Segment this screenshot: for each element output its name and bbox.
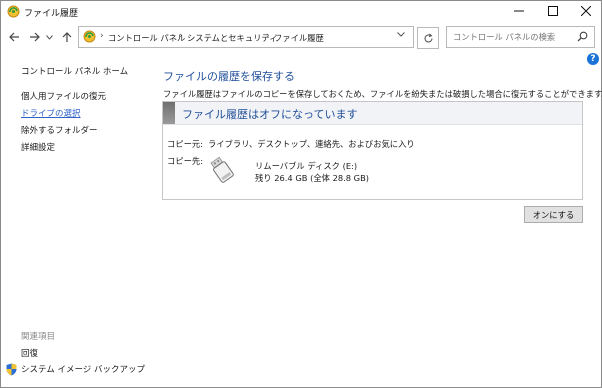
related-heading: 関連項目 (21, 332, 56, 342)
help-button[interactable]: ? (587, 53, 599, 65)
address-dropdown-button[interactable] (397, 30, 405, 40)
related-link-system-image-backup[interactable]: システム イメージ バックアップ (21, 363, 145, 375)
minimize-icon (514, 10, 524, 12)
navigation-bar: › コントロール パネル › システムとセキュリティ › ファイル履歴 (1, 25, 601, 49)
maximize-icon (548, 6, 558, 16)
file-history-icon (83, 30, 96, 43)
turn-on-button[interactable]: オンにする (524, 206, 583, 223)
page-title: ファイルの履歴を保存する (163, 70, 295, 83)
breadcrumb-file-history[interactable]: ファイル履歴 (274, 32, 324, 44)
maximize-button[interactable] (537, 1, 569, 21)
shield-icon (6, 363, 17, 376)
file-history-icon (7, 5, 20, 18)
chevron-down-icon (45, 34, 53, 40)
title-bar: ファイル履歴 (1, 1, 601, 23)
window-title: ファイル履歴 (24, 9, 79, 19)
drive-name: リムーバブル ディスク (E:) (255, 161, 358, 171)
breadcrumb-separator-icon: › (179, 31, 183, 41)
copy-from-label: コピー元: (167, 139, 203, 149)
status-panel: ファイル履歴はオフになっています (162, 101, 583, 200)
status-indicator-bar (163, 102, 175, 124)
usb-drive-icon (210, 156, 234, 183)
back-arrow-icon (8, 32, 19, 42)
sidebar-item-restore-files[interactable]: 個人用ファイルの復元 (21, 90, 106, 102)
forward-button[interactable] (26, 28, 42, 46)
sidebar-item-select-drive[interactable]: ドライブの選択 (21, 107, 81, 119)
sidebar-item-exclude-folders[interactable]: 除外するフォルダー (21, 124, 98, 136)
breadcrumb-system-security[interactable]: システムとセキュリティ (187, 32, 278, 44)
status-panel-header: ファイル履歴はオフになっています (163, 102, 582, 125)
minimize-button[interactable] (503, 1, 535, 21)
search-box[interactable] (446, 26, 595, 48)
breadcrumb-separator-icon: › (100, 31, 104, 41)
up-button[interactable] (59, 28, 75, 46)
sidebar-control-panel-home[interactable]: コントロール パネル ホーム (21, 65, 128, 77)
page-description: ファイル履歴はファイルのコピーを保存しておくため、ファイルを紛失または破損した場… (163, 89, 602, 99)
help-icon: ? (590, 54, 596, 64)
sidebar-item-advanced-settings[interactable]: 詳細設定 (21, 141, 55, 153)
breadcrumb-control-panel[interactable]: コントロール パネル (108, 32, 185, 44)
up-arrow-icon (62, 31, 72, 42)
copy-from-value: ライブラリ、デスクトップ、連絡先、およびお気に入り (208, 139, 415, 149)
related-link-recovery[interactable]: 回復 (21, 347, 38, 359)
forward-arrow-icon (29, 32, 40, 42)
search-input[interactable] (447, 27, 567, 47)
copy-to-label: コピー先: (167, 156, 203, 166)
close-icon (581, 6, 591, 16)
recent-locations-button[interactable] (44, 28, 54, 46)
address-bar[interactable]: › コントロール パネル › システムとセキュリティ › ファイル履歴 (78, 26, 414, 48)
file-history-window: ファイル履歴 › コントロール パネル › システムとセキュリティ › ファイル… (0, 0, 602, 388)
drive-free-space: 残り 26.4 GB (全体 28.8 GB) (255, 173, 370, 183)
status-title: ファイル履歴はオフになっています (182, 108, 358, 121)
back-button[interactable] (6, 28, 22, 46)
search-icon (577, 31, 588, 42)
close-button[interactable] (570, 1, 602, 21)
refresh-icon (423, 32, 433, 42)
chevron-down-icon (397, 32, 405, 37)
refresh-button[interactable] (417, 27, 439, 49)
breadcrumb-separator-icon: › (266, 31, 270, 41)
